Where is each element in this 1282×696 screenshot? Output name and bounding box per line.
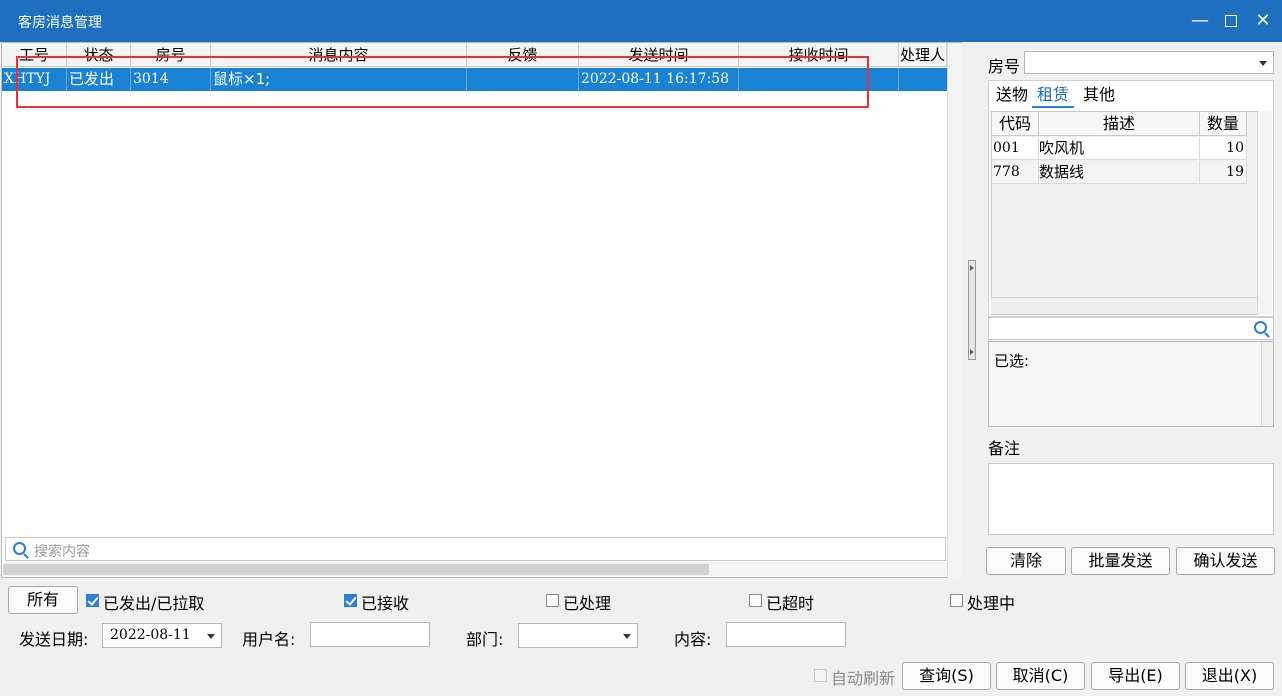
selected-scrollbar[interactable] bbox=[1261, 342, 1273, 426]
received-label: 已接收 bbox=[361, 594, 410, 613]
selected-label: 已选: bbox=[994, 352, 1030, 370]
send-date-value: 2022-08-11 bbox=[110, 627, 191, 643]
grid-horizontal-scrollbar[interactable] bbox=[3, 562, 947, 577]
column-header-send-time[interactable]: 发送时间 bbox=[579, 43, 739, 67]
cell-content: 鼠标×1; bbox=[211, 68, 467, 91]
sent-pulled-label: 已发出/已拉取 bbox=[103, 594, 205, 613]
column-header-feedback[interactable]: 反馈 bbox=[467, 43, 579, 67]
chevron-down-icon bbox=[207, 633, 215, 639]
item-tabs-panel: 送物 租赁 其他 代码 描述 数量 001 吹风机 10 778 数据线 19 bbox=[988, 80, 1274, 317]
minimize-icon[interactable]: — bbox=[1187, 8, 1213, 34]
table-row[interactable]: XHTYJ 已发出 3014 鼠标×1; 2022-08-11 16:17:58 bbox=[2, 68, 947, 91]
item-code[interactable]: 001 bbox=[992, 137, 1039, 160]
auto-refresh-label: 自动刷新 bbox=[831, 669, 896, 688]
batch-send-button[interactable]: 批量发送 bbox=[1071, 547, 1170, 575]
room-select[interactable] bbox=[1024, 51, 1274, 74]
room-label: 房号 bbox=[988, 57, 1021, 76]
chevron-down-icon bbox=[1259, 60, 1267, 66]
processing-label: 处理中 bbox=[967, 594, 1016, 613]
item-grid: 代码 描述 数量 001 吹风机 10 778 数据线 19 bbox=[991, 111, 1259, 315]
column-header-content[interactable]: 消息内容 bbox=[211, 43, 467, 67]
cell-send-time: 2022-08-11 16:17:58 bbox=[579, 68, 739, 91]
processing-checkbox[interactable] bbox=[950, 594, 963, 607]
username-input[interactable] bbox=[310, 622, 430, 647]
cell-receive-time bbox=[739, 68, 899, 91]
window-title: 客房消息管理 bbox=[18, 15, 102, 31]
message-grid: 工号 状态 房号 消息内容 反馈 发送时间 接收时间 处理人 XHTYJ 已发出… bbox=[1, 42, 962, 578]
all-button[interactable]: 所有 bbox=[8, 586, 78, 614]
column-header-employee-id[interactable]: 工号 bbox=[2, 43, 67, 67]
clear-button[interactable]: 清除 bbox=[986, 547, 1066, 575]
selected-items-box: 已选: bbox=[988, 341, 1274, 427]
item-qty[interactable]: 19 bbox=[1200, 161, 1247, 184]
content-input[interactable] bbox=[726, 622, 846, 647]
panel-splitter-handle[interactable] bbox=[968, 260, 976, 360]
tab-delivery[interactable]: 送物 bbox=[991, 83, 1033, 108]
processed-checkbox[interactable] bbox=[546, 594, 559, 607]
note-textarea[interactable] bbox=[988, 463, 1274, 535]
processed-label: 已处理 bbox=[563, 594, 612, 613]
close-icon[interactable]: ✕ bbox=[1250, 8, 1276, 34]
cell-status: 已发出 bbox=[67, 68, 131, 91]
item-search-input[interactable] bbox=[988, 317, 1274, 340]
scrollbar-thumb[interactable] bbox=[3, 564, 709, 575]
search-icon bbox=[1254, 321, 1267, 334]
column-header-handler[interactable]: 处理人 bbox=[899, 43, 947, 67]
item-grid-vertical-scrollbar[interactable] bbox=[1257, 111, 1272, 315]
cancel-button[interactable]: 取消(C) bbox=[996, 662, 1085, 690]
item-column-desc[interactable]: 描述 bbox=[1039, 112, 1200, 136]
item-desc[interactable]: 数据线 bbox=[1039, 161, 1200, 184]
query-button[interactable]: 查询(S) bbox=[902, 662, 991, 690]
note-label: 备注 bbox=[988, 439, 1021, 458]
cell-handler bbox=[899, 68, 947, 91]
send-date-label: 发送日期: bbox=[19, 630, 89, 649]
item-code[interactable]: 778 bbox=[992, 161, 1039, 184]
item-column-code[interactable]: 代码 bbox=[992, 112, 1039, 136]
grid-vertical-scrollbar[interactable] bbox=[947, 43, 962, 578]
maximize-icon[interactable] bbox=[1218, 8, 1244, 34]
department-select[interactable] bbox=[518, 623, 638, 648]
username-label: 用户名: bbox=[242, 630, 296, 649]
exit-button[interactable]: 退出(X) bbox=[1185, 662, 1274, 690]
cell-room: 3014 bbox=[131, 68, 211, 91]
cell-employee-id: XHTYJ bbox=[2, 68, 67, 91]
column-header-room[interactable]: 房号 bbox=[131, 43, 211, 67]
search-icon bbox=[13, 542, 26, 555]
cell-feedback bbox=[467, 68, 579, 91]
grid-search-input[interactable]: 搜索内容 bbox=[5, 537, 946, 561]
tab-other[interactable]: 其他 bbox=[1078, 83, 1120, 108]
export-button[interactable]: 导出(E) bbox=[1091, 662, 1180, 690]
auto-refresh-checkbox[interactable] bbox=[814, 669, 827, 682]
column-header-receive-time[interactable]: 接收时间 bbox=[739, 43, 899, 67]
sent-pulled-checkbox[interactable] bbox=[86, 594, 99, 607]
confirm-send-button[interactable]: 确认发送 bbox=[1176, 547, 1275, 575]
department-label: 部门: bbox=[466, 630, 504, 649]
item-grid-horizontal-scrollbar[interactable] bbox=[991, 297, 1257, 314]
title-bar: 客房消息管理 — ✕ bbox=[0, 0, 1282, 42]
timeout-checkbox[interactable] bbox=[749, 594, 762, 607]
item-desc[interactable]: 吹风机 bbox=[1039, 137, 1200, 160]
grid-header: 工号 状态 房号 消息内容 反馈 发送时间 接收时间 处理人 bbox=[2, 43, 947, 67]
chevron-down-icon bbox=[623, 633, 631, 639]
content-label: 内容: bbox=[674, 630, 712, 649]
send-date-picker[interactable]: 2022-08-11 bbox=[102, 623, 222, 648]
tab-rental[interactable]: 租赁 bbox=[1032, 83, 1075, 108]
item-column-qty[interactable]: 数量 bbox=[1200, 112, 1247, 136]
search-placeholder: 搜索内容 bbox=[34, 544, 90, 560]
item-qty[interactable]: 10 bbox=[1200, 137, 1247, 160]
received-checkbox[interactable] bbox=[344, 594, 357, 607]
column-header-status[interactable]: 状态 bbox=[67, 43, 131, 67]
timeout-label: 已超时 bbox=[766, 594, 815, 613]
